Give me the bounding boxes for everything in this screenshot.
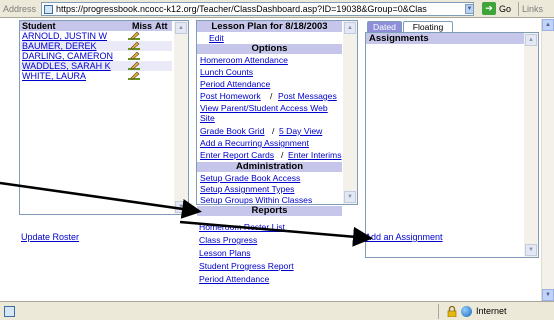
homeroom-attendance-link[interactable]: Homeroom Attendance (200, 55, 288, 65)
student-link[interactable]: WHITE, LAURA (22, 71, 126, 81)
lesson-plans-link[interactable]: Lesson Plans (199, 248, 251, 258)
lunch-counts-link[interactable]: Lunch Counts (200, 67, 253, 77)
status-separator (438, 304, 439, 319)
student-link[interactable]: DARLING, CAMERON (22, 51, 126, 61)
security-zone-label: Internet (476, 306, 507, 316)
status-bar: Internet (0, 301, 554, 320)
roster-scrollbar[interactable]: ▲ ▼ (174, 21, 188, 214)
tab-dated[interactable]: Dated (367, 21, 402, 32)
pencil-icon[interactable] (128, 71, 140, 80)
scroll-up-icon[interactable]: ▲ (344, 22, 356, 34)
options-section-header: Options (197, 44, 342, 54)
pencil-icon[interactable] (128, 31, 140, 40)
student-roster-panel: Student Miss Att ARNOLD, JUSTIN W BAUMER… (19, 20, 189, 215)
edit-link[interactable]: Edit (209, 33, 224, 43)
address-bar: Address https://progressbook.ncocc-k12.o… (0, 0, 554, 18)
student-link[interactable]: BAUMER, DEREK (22, 41, 126, 51)
page-status-icon (4, 306, 15, 317)
scroll-down-icon[interactable]: ▼ (344, 191, 356, 203)
setup-grade-book-access-link[interactable]: Setup Grade Book Access (200, 173, 300, 183)
tab-floating[interactable]: Floating (403, 21, 453, 32)
student-link[interactable]: WADDLES, SARAH K (22, 61, 126, 71)
roster-row: BAUMER, DEREK (20, 41, 172, 51)
assignments-panel: Assignments ▲ ▼ (365, 32, 539, 258)
five-day-view-link[interactable]: 5 Day View (279, 126, 322, 136)
add-recurring-assignment-link[interactable]: Add a Recurring Assignment (200, 138, 309, 148)
setup-assignment-types-link[interactable]: Setup Assignment Types (200, 184, 294, 194)
scroll-up-icon[interactable]: ▲ (542, 19, 554, 31)
setup-groups-link[interactable]: Setup Groups Within Classes (200, 195, 312, 204)
lesson-plan-panel: Lesson Plan for 8/18/2003 Edit Options H… (196, 20, 358, 205)
view-parent-access-link-cont[interactable]: Site (200, 113, 215, 123)
roster-row: WADDLES, SARAH K (20, 61, 172, 71)
address-url[interactable]: https://progressbook.ncocc-k12.org/Teach… (56, 4, 456, 14)
link-separator: / (270, 91, 273, 101)
go-arrow-icon[interactable]: ➔ (482, 2, 496, 15)
grade-book-grid-link[interactable]: Grade Book Grid (200, 126, 264, 136)
links-button[interactable]: Links (522, 4, 543, 14)
link-separator: / (272, 126, 275, 136)
post-messages-link[interactable]: Post Messages (278, 91, 337, 101)
reports-section-header: Reports (197, 206, 342, 216)
add-assignment-link[interactable]: Add an Assignment (365, 232, 443, 242)
scroll-down-icon[interactable]: ▼ (542, 289, 554, 301)
address-label: Address (3, 4, 37, 14)
class-progress-link[interactable]: Class Progress (199, 235, 257, 245)
go-button[interactable]: Go (499, 4, 511, 14)
pencil-icon[interactable] (128, 51, 140, 60)
student-progress-report-link[interactable]: Student Progress Report (199, 261, 294, 271)
roster-row: DARLING, CAMERON (20, 51, 172, 61)
chevron-down-icon[interactable]: ▼ (465, 4, 474, 14)
roster-header: Student Miss Att (20, 21, 172, 31)
link-separator: / (281, 150, 284, 160)
scroll-up-icon[interactable]: ▲ (525, 34, 537, 46)
enter-report-cards-link[interactable]: Enter Report Cards (200, 150, 274, 160)
roster-row: WHITE, LAURA (20, 71, 172, 81)
window-scrollbar[interactable]: ▲ ▼ (541, 19, 554, 301)
miss-column-header: Miss (132, 21, 153, 31)
roster-row: ARNOLD, JUSTIN W (20, 31, 172, 41)
scroll-down-icon[interactable]: ▼ (175, 201, 187, 213)
lesson-plan-scrollbar[interactable]: ▲ ▼ (343, 21, 357, 204)
assignments-scrollbar[interactable]: ▲ ▼ (524, 33, 538, 257)
post-homework-link[interactable]: Post Homework (200, 91, 261, 101)
student-column-header: Student (22, 21, 56, 31)
lock-icon (447, 306, 457, 317)
update-roster-link[interactable]: Update Roster (21, 232, 79, 242)
lesson-plan-title: Lesson Plan for 8/18/2003 (197, 21, 342, 32)
globe-icon (461, 306, 472, 317)
pencil-icon[interactable] (128, 61, 140, 70)
att-column-header: Att (155, 21, 168, 31)
period-attendance-link[interactable]: Period Attendance (200, 79, 270, 89)
toolbar-separator (518, 2, 519, 16)
administration-section-header: Administration (197, 162, 342, 172)
page-icon (44, 5, 53, 14)
scroll-down-icon[interactable]: ▼ (525, 244, 537, 256)
student-link[interactable]: ARNOLD, JUSTIN W (22, 31, 126, 41)
view-parent-access-link[interactable]: View Parent/Student Access Web (200, 103, 328, 113)
enter-interims-link[interactable]: Enter Interims (288, 150, 342, 160)
period-attendance-report-link[interactable]: Period Attendance (199, 274, 269, 284)
homeroom-roster-list-link[interactable]: Homeroom Roster List (199, 222, 285, 232)
assignments-header: Assignments (366, 33, 524, 44)
pencil-icon[interactable] (128, 41, 140, 50)
address-field[interactable]: https://progressbook.ncocc-k12.org/Teach… (41, 2, 474, 16)
scroll-up-icon[interactable]: ▲ (175, 22, 187, 34)
